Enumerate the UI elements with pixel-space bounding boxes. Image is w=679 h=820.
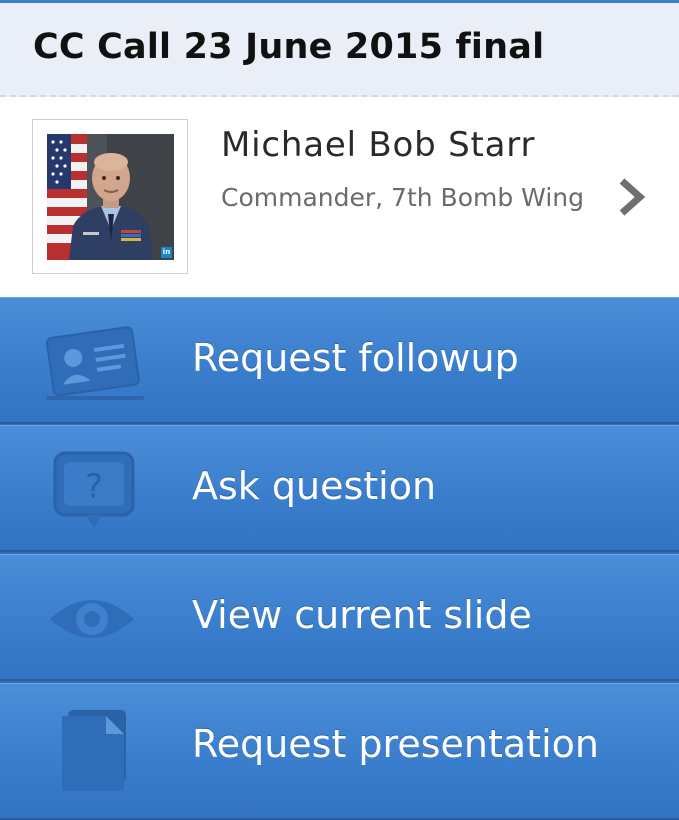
avatar: in: [47, 134, 174, 260]
request-followup-button[interactable]: Request followup: [0, 297, 679, 424]
view-current-slide-button[interactable]: View current slide: [0, 554, 679, 681]
contact-card-icon: [45, 326, 144, 400]
speaker-role: Commander, 7th Bomb Wing: [221, 183, 584, 212]
ask-question-label: Ask question: [192, 464, 437, 508]
speaker-profile-row[interactable]: in Michael Bob Starr Commander, 7th Bomb…: [0, 97, 679, 297]
linkedin-badge-icon: in: [161, 247, 172, 258]
eye-icon: [50, 600, 134, 638]
avatar-frame: in: [32, 119, 188, 274]
view-current-slide-label: View current slide: [192, 593, 532, 637]
document-icon: [62, 710, 126, 791]
ask-question-button[interactable]: ? Ask question: [0, 425, 679, 552]
action-list: Request followup ? Ask question View cur…: [0, 297, 679, 820]
request-followup-label: Request followup: [192, 336, 519, 380]
person-photo: [47, 134, 174, 260]
page-title: CC Call 23 June 2015 final: [33, 27, 545, 67]
header-bar: CC Call 23 June 2015 final: [0, 0, 679, 97]
question-bubble-icon: ?: [53, 451, 135, 528]
request-presentation-button[interactable]: Request presentation: [0, 683, 679, 820]
app-screen: CC Call 23 June 2015 final in Michael Bo…: [0, 0, 679, 820]
request-presentation-label: Request presentation: [192, 722, 599, 766]
chevron-right-icon: [619, 178, 646, 216]
svg-text:?: ?: [85, 467, 103, 507]
speaker-name: Michael Bob Starr: [221, 125, 536, 165]
